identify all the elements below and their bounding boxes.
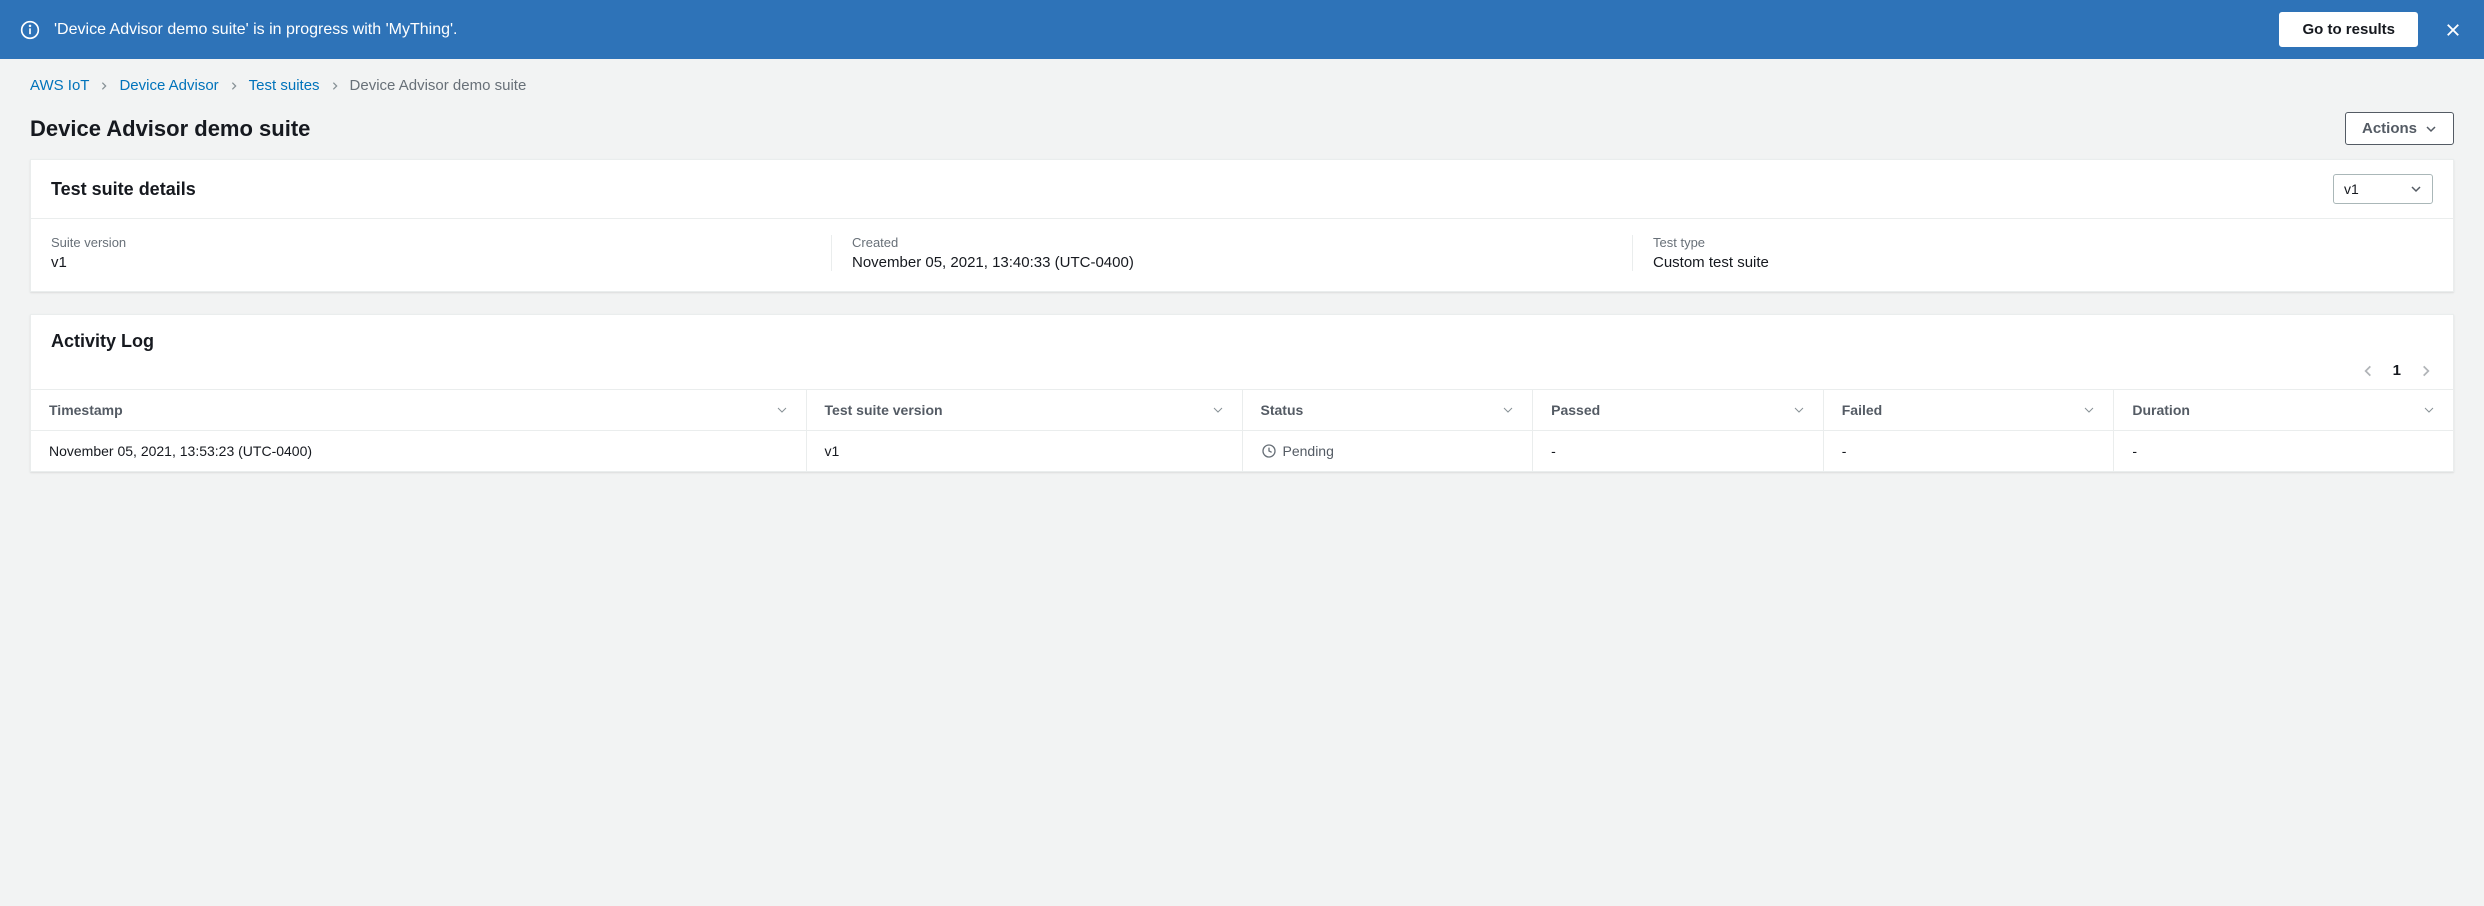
breadcrumb-link-device-advisor[interactable]: Device Advisor <box>119 77 218 94</box>
caret-down-icon <box>2410 183 2422 195</box>
page-number: 1 <box>2393 362 2401 379</box>
detail-label: Test type <box>1653 235 2413 250</box>
detail-test-type: Test type Custom test suite <box>1632 235 2433 271</box>
sort-icon <box>1793 404 1805 416</box>
col-duration[interactable]: Duration <box>2114 390 2453 431</box>
detail-label: Created <box>852 235 1612 250</box>
notification-banner: 'Device Advisor demo suite' is in progre… <box>0 0 2484 59</box>
page-prev-icon[interactable] <box>2361 364 2375 378</box>
table-row[interactable]: November 05, 2021, 13:53:23 (UTC-0400) v… <box>31 431 2453 472</box>
close-icon[interactable] <box>2442 19 2464 41</box>
breadcrumb: AWS IoT Device Advisor Test suites Devic… <box>30 77 2454 94</box>
actions-label: Actions <box>2362 120 2417 137</box>
breadcrumb-link-test-suites[interactable]: Test suites <box>249 77 320 94</box>
test-suite-details-panel: Test suite details v1 Suite version v1 C… <box>30 159 2454 292</box>
detail-created: Created November 05, 2021, 13:40:33 (UTC… <box>831 235 1632 271</box>
detail-value: v1 <box>51 254 811 271</box>
sort-icon <box>2083 404 2095 416</box>
detail-label: Suite version <box>51 235 811 250</box>
cell-passed: - <box>1533 431 1824 472</box>
chevron-right-icon <box>330 81 340 91</box>
detail-value: Custom test suite <box>1653 254 2413 271</box>
chevron-right-icon <box>229 81 239 91</box>
cell-version: v1 <box>806 431 1242 472</box>
page-title: Device Advisor demo suite <box>30 116 310 142</box>
activity-panel-title: Activity Log <box>51 331 2433 352</box>
details-panel-title: Test suite details <box>51 179 196 200</box>
col-passed[interactable]: Passed <box>1533 390 1824 431</box>
caret-down-icon <box>2425 123 2437 135</box>
cell-duration: - <box>2114 431 2453 472</box>
activity-log-table: Timestamp Test suite version <box>31 389 2453 471</box>
col-failed[interactable]: Failed <box>1823 390 2114 431</box>
cell-timestamp: November 05, 2021, 13:53:23 (UTC-0400) <box>31 431 806 472</box>
col-timestamp[interactable]: Timestamp <box>31 390 806 431</box>
version-selector-value: v1 <box>2344 181 2359 197</box>
page-next-icon[interactable] <box>2419 364 2433 378</box>
detail-suite-version: Suite version v1 <box>51 235 831 271</box>
cell-status: Pending <box>1242 431 1533 472</box>
sort-icon <box>1502 404 1514 416</box>
pagination: 1 <box>31 362 2453 389</box>
breadcrumb-current: Device Advisor demo suite <box>350 77 527 94</box>
col-version[interactable]: Test suite version <box>806 390 1242 431</box>
chevron-right-icon <box>99 81 109 91</box>
actions-button[interactable]: Actions <box>2345 112 2454 145</box>
sort-icon <box>2423 404 2435 416</box>
go-to-results-button[interactable]: Go to results <box>2279 12 2418 47</box>
col-status[interactable]: Status <box>1242 390 1533 431</box>
activity-log-panel: Activity Log 1 Timestamp <box>30 314 2454 472</box>
detail-value: November 05, 2021, 13:40:33 (UTC-0400) <box>852 254 1612 271</box>
banner-message: 'Device Advisor demo suite' is in progre… <box>54 21 2265 39</box>
version-selector[interactable]: v1 <box>2333 174 2433 204</box>
sort-icon <box>1212 404 1224 416</box>
info-icon <box>20 20 40 40</box>
cell-failed: - <box>1823 431 2114 472</box>
pending-icon <box>1261 443 1277 459</box>
breadcrumb-link-aws-iot[interactable]: AWS IoT <box>30 77 89 94</box>
sort-icon <box>776 404 788 416</box>
